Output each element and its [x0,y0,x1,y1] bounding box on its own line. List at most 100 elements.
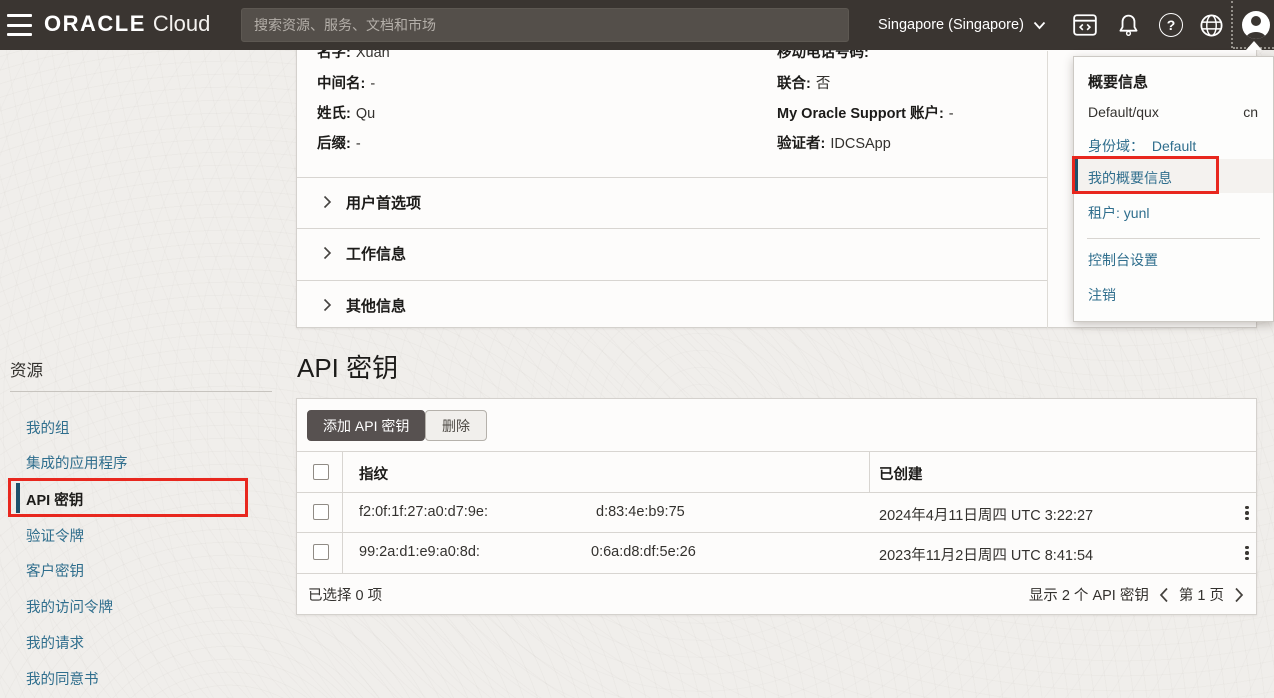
menu-item-sign-out[interactable]: 注销 [1088,285,1116,305]
code-console-icon [1072,12,1098,38]
sidebar-item-my-requests[interactable]: 我的请求 [26,632,84,650]
dropdown-caret [1246,41,1262,50]
brand-cloud: Cloud [153,11,210,36]
field-value: - [356,136,361,152]
language-button[interactable] [1196,0,1226,50]
top-navigation-bar: ORACLE Cloud Singapore (Singapore) ? [0,0,1274,50]
field-verified-by: 验证者: IDCSApp [777,132,891,150]
column-divider [869,451,870,492]
row-checkbox[interactable] [313,504,329,520]
field-label: 中间名: [317,76,365,92]
field-value: 否 [816,76,831,92]
selected-indicator [1074,159,1078,193]
chevron-down-icon [1033,21,1046,30]
selected-count: 已选择 0 项 [308,584,382,605]
sidebar-item-api-keys[interactable]: API 密钥 [26,489,83,507]
divider [297,177,1047,178]
sidebar-item-my-consents[interactable]: 我的同意书 [26,668,99,686]
oracle-cloud-console: 名字:Xuan 移动电话号码: 中间名:- 联合:否 姓氏:Qu My Orac… [0,0,1274,698]
field-federated: 联合: 否 [777,72,830,90]
divider [297,532,1256,533]
oracle-cloud-logo[interactable]: ORACLE Cloud [44,11,210,37]
identity-domain-label: 身份域： [1088,138,1144,154]
help-button[interactable]: ? [1156,0,1186,50]
sidebar-item-my-access-tokens[interactable]: 我的访问令牌 [26,596,113,614]
api-keys-panel: 添加 API 密钥 删除 指纹 已创建 f2:0f:1f:27:a0:d7:9e… [296,398,1257,615]
results-summary: 显示 2 个 API 密钥 [1029,584,1149,605]
section-user-preferences[interactable]: 用户首选项 [297,192,1047,212]
fingerprint-prefix: f2:0f:1f:27:a0:d7:9e: [359,504,488,520]
selected-indicator [16,483,20,513]
region-selector[interactable]: Singapore (Singapore) [878,0,1046,50]
help-icon: ? [1159,13,1183,37]
add-api-key-button[interactable]: 添加 API 密钥 [307,410,425,441]
created-value: 2023年11月2日周四 UTC 8:41:54 [879,544,1093,565]
page-title: API 密钥 [297,348,398,385]
navigation-menu-button[interactable] [7,14,33,36]
fingerprint-value: f2:0f:1f:27:a0:d7:9e: [359,504,488,520]
column-divider [342,451,343,573]
divider [297,492,1256,493]
global-search-input[interactable] [241,8,849,42]
brand-oracle: ORACLE [44,11,146,36]
dotted-separator [1231,1,1233,48]
sidebar-item-integrated-applications[interactable]: 集成的应用程序 [26,452,128,470]
sidebar-item-customer-secret-keys[interactable]: 客户密钥 [26,560,84,578]
field-value: - [370,76,375,92]
chevron-right-icon [323,246,332,260]
row-checkbox[interactable] [313,544,329,560]
profile-menu-title: 概要信息 [1088,71,1148,92]
section-title: 其他信息 [346,295,406,316]
hamburger-icon [7,14,32,17]
select-all-checkbox[interactable] [313,464,329,480]
notifications-button[interactable] [1113,0,1143,50]
fingerprint-suffix: 0:6a:d8:df:5e:26 [591,544,696,560]
section-title: 用户首选项 [346,192,421,213]
previous-page-button[interactable] [1159,587,1169,603]
divider [1087,238,1260,239]
field-label: 验证者: [777,136,825,152]
next-page-button[interactable] [1234,587,1244,603]
column-header-fingerprint: 指纹 [359,463,388,484]
identity-domain-link[interactable]: 身份域： Default [1088,136,1196,156]
menu-item-console-settings[interactable]: 控制台设置 [1088,250,1158,270]
globe-icon [1198,12,1225,39]
column-header-created: 已创建 [879,463,923,484]
bell-icon [1115,12,1142,39]
user-avatar-icon [1251,16,1261,26]
field-value: Qu [356,106,375,122]
user-menu-button[interactable] [1242,11,1270,39]
field-suffix: 后缀:- [317,132,361,150]
profile-menu-dropdown: 概要信息 Default/qux cn 身份域： Default 我的概要信息 … [1073,56,1274,322]
divider [297,228,1047,229]
field-value: IDCSApp [830,136,890,152]
row-actions-button[interactable] [1238,544,1256,562]
delete-button[interactable]: 删除 [425,410,487,441]
section-work-information[interactable]: 工作信息 [297,243,1047,263]
panel-edge [1047,51,1048,328]
table-pagination: 显示 2 个 API 密钥 第 1 页 [1029,584,1244,605]
resources-title: 资源 [10,357,43,381]
sidebar-item-auth-tokens[interactable]: 验证令牌 [26,525,84,543]
fingerprint-prefix: 99:2a:d1:e9:a0:8d: [359,544,480,560]
field-label: My Oracle Support 账户: [777,106,944,122]
section-other-information[interactable]: 其他信息 [297,295,1047,315]
field-label: 姓氏: [317,106,351,122]
sidebar-item-my-groups[interactable]: 我的组 [26,417,70,435]
divider [297,451,1256,452]
field-last-name: 姓氏: Qu [317,102,375,120]
region-label: Singapore (Singapore) [878,17,1024,33]
row-actions-button[interactable] [1238,504,1256,522]
fingerprint-suffix: d:83:4e:b9:75 [596,504,685,520]
field-label: 联合: [777,76,811,92]
account-identifier: Default/qux [1088,104,1159,120]
field-value: - [949,106,954,122]
field-mos-account: My Oracle Support 账户:- [777,102,954,120]
menu-item-my-profile[interactable]: 我的概要信息 [1074,159,1273,193]
chevron-right-icon [323,298,332,312]
developer-tools-button[interactable] [1070,0,1100,50]
fingerprint-value: 99:2a:d1:e9:a0:8d: [359,544,480,560]
identity-domain-value: Default [1152,138,1196,154]
menu-item-tenancy[interactable]: 租户: yunl [1088,203,1149,223]
field-middle-name: 中间名:- [317,72,375,90]
